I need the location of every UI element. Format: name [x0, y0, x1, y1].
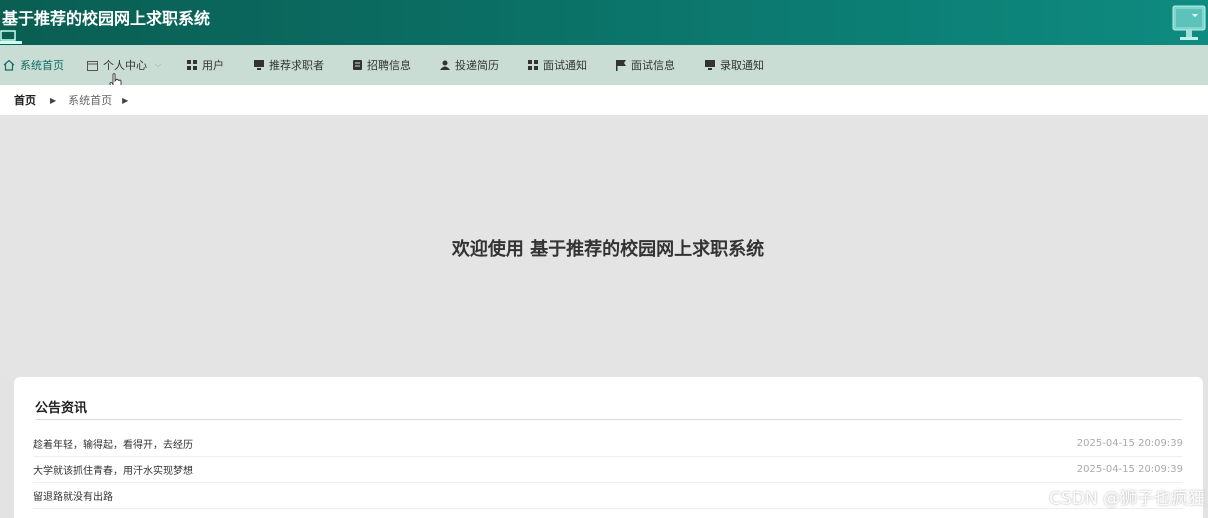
breadcrumb-current: 系统首页 — [68, 94, 113, 107]
divider — [35, 419, 1182, 420]
notice-card: 公告资讯 趁着年轻，输得起，看得开，去经历 2025-04-15 20:09:3… — [14, 377, 1203, 518]
list-item[interactable]: 大学就该抓住青春，用汗水实现梦想 2025-04-15 20:09:39 — [33, 457, 1183, 483]
nav-label: 面试通知 — [543, 59, 587, 72]
monitor-icon — [254, 60, 264, 70]
nav-label: 招聘信息 — [367, 59, 411, 72]
list-item[interactable]: 留退路就没有出路 — [33, 483, 1183, 509]
user-icon — [440, 60, 450, 70]
home-icon — [3, 59, 15, 71]
laptop-icon — [0, 30, 22, 44]
flag-icon — [616, 59, 626, 71]
news-date: 2025-04-15 20:09:39 — [1076, 438, 1183, 449]
document-icon — [353, 60, 362, 70]
app-title: 基于推荐的校园网上求职系统 — [2, 9, 211, 28]
nav-label: 录取通知 — [720, 59, 764, 72]
nav-item-personal-center[interactable]: 个人中心 ⌵ — [87, 45, 161, 85]
watermark: CSDN @狮子也疯狂 — [1049, 489, 1205, 509]
breadcrumb: 首页 ▶ 系统首页 ▶ — [0, 85, 1208, 115]
nav-label: 个人中心 — [103, 59, 147, 72]
breadcrumb-home[interactable]: 首页 — [14, 92, 36, 108]
nav-item-interview-info[interactable]: 面试信息 — [616, 45, 675, 85]
nav-item-interview-notice[interactable]: 面试通知 — [528, 45, 587, 85]
nav-label: 用户 — [202, 59, 224, 72]
notice-title: 公告资讯 — [35, 401, 88, 416]
welcome-text: 欢迎使用 基于推荐的校园网上求职系统 — [451, 239, 765, 260]
nav-item-job-postings[interactable]: 招聘信息 — [353, 45, 411, 85]
nav-item-users[interactable]: 用户 — [187, 45, 224, 85]
news-date: 2025-04-15 20:09:39 — [1076, 464, 1183, 475]
nav-item-home[interactable]: 系统首页 — [3, 45, 64, 85]
nav-item-submit-resume[interactable]: 投递简历 — [440, 45, 499, 85]
chevron-right-icon: ▶ — [50, 95, 57, 105]
welcome-banner: 欢迎使用 基于推荐的校园网上求职系统 — [0, 115, 1208, 377]
nav-item-recommended-seekers[interactable]: 推荐求职者 — [254, 45, 324, 85]
news-title[interactable]: 大学就该抓住青春，用汗水实现梦想 — [33, 462, 193, 477]
news-title[interactable]: 趁着年轻，输得起，看得开，去经历 — [33, 436, 193, 451]
grid-icon — [528, 60, 538, 70]
list-item[interactable]: 趁着年轻，输得起，看得开，去经历 2025-04-15 20:09:39 — [33, 431, 1183, 457]
monitor-icon — [705, 60, 715, 70]
nav-label: 系统首页 — [20, 59, 64, 72]
chevron-down-icon: ⌵ — [155, 60, 162, 69]
monitor-icon[interactable] — [1172, 4, 1206, 42]
grid-icon — [187, 60, 197, 70]
app-header: 基于推荐的校园网上求职系统 — [0, 0, 1208, 45]
calendar-icon — [87, 60, 98, 71]
nav-label: 投递简历 — [455, 59, 499, 72]
main-nav: 系统首页 个人中心 ⌵ 用户 推荐求职者 招聘信息 投递简历 面试通知 面试信息… — [0, 45, 1208, 85]
nav-label: 面试信息 — [631, 59, 675, 72]
nav-label: 推荐求职者 — [269, 59, 324, 72]
news-title[interactable]: 留退路就没有出路 — [33, 488, 113, 503]
nav-item-admission-notice[interactable]: 录取通知 — [705, 45, 764, 85]
chevron-right-icon: ▶ — [122, 95, 129, 105]
